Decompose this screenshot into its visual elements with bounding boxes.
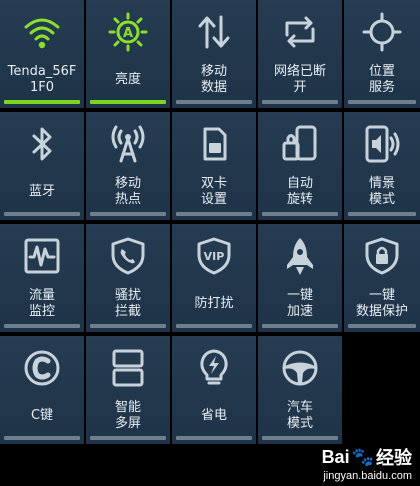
- tile-label: C键: [30, 408, 54, 423]
- status-bar: [176, 100, 252, 104]
- split-screen-icon: [86, 346, 170, 390]
- status-bar: [4, 436, 80, 440]
- phone-sound-icon: [344, 122, 420, 166]
- tile-hotspot[interactable]: 移动 热点: [86, 112, 170, 220]
- bluetooth-icon: [0, 122, 84, 166]
- tile-auto-rotate[interactable]: 自动 旋转: [258, 112, 342, 220]
- tile-harassment-block[interactable]: 骚扰 拦截: [86, 224, 170, 332]
- hotspot-antenna-icon: [86, 122, 170, 166]
- bulb-bolt-icon: [172, 346, 256, 390]
- status-bar: [262, 100, 338, 104]
- svg-text:VIP: VIP: [204, 250, 225, 263]
- tile-mobile-data[interactable]: 移动 数据: [172, 0, 256, 108]
- baidu-jingyan-watermark: Bai 🐾 经验 jingyan.baidu.com: [321, 446, 412, 483]
- status-bar: [90, 436, 166, 440]
- tile-bluetooth[interactable]: 蓝牙: [0, 112, 84, 220]
- status-bar: [4, 212, 80, 216]
- tile-network-disconnect[interactable]: 网络已断开: [258, 0, 342, 108]
- rotate-lock-icon: [258, 122, 342, 166]
- brightness-auto-icon: A: [86, 10, 170, 54]
- status-bar: [262, 324, 338, 328]
- traffic-graph-icon: [0, 234, 84, 278]
- tile-label: 一键 加速: [286, 288, 313, 319]
- tile-label: 蓝牙: [28, 184, 55, 199]
- status-bar: [90, 100, 166, 104]
- tile-label: 防打扰: [194, 296, 234, 311]
- tile-car-mode[interactable]: 汽车 模式: [258, 336, 342, 444]
- status-bar: [262, 436, 338, 440]
- tile-traffic-monitor[interactable]: 流量 监控: [0, 224, 84, 332]
- status-bar: [348, 100, 416, 104]
- tile-label: 自动 旋转: [286, 176, 313, 207]
- tile-power-save[interactable]: 省电: [172, 336, 256, 444]
- tile-label: 流量 监控: [28, 288, 55, 319]
- tile-smart-multiscreen[interactable]: 智能 多屏: [86, 336, 170, 444]
- tile-label: 亮度: [114, 72, 141, 87]
- tile-location[interactable]: 位置 服务: [344, 0, 420, 108]
- paw-logo-icon: 🐾: [351, 446, 374, 467]
- tile-scene-mode[interactable]: 情景 模式: [344, 112, 420, 220]
- tile-label: 一键 数据保护: [355, 288, 408, 319]
- status-bar: [4, 100, 80, 104]
- tile-c-key[interactable]: C键: [0, 336, 84, 444]
- tile-data-protect[interactable]: 一键 数据保护: [344, 224, 420, 332]
- tile-label: 汽车 模式: [286, 400, 313, 431]
- tile-label: 智能 多屏: [114, 400, 141, 431]
- wifi-icon: [0, 10, 84, 54]
- tile-one-key-boost[interactable]: 一键 加速: [258, 224, 342, 332]
- sync-arrows-icon: [258, 10, 342, 54]
- tile-wifi[interactable]: Tenda_56F 1F0: [0, 0, 84, 108]
- tile-label: 情景 模式: [368, 176, 395, 207]
- quick-settings-panel: Tenda_56F 1F0 A 亮度 移动 数据 网络已断 开 位置 服务 蓝牙…: [0, 0, 420, 486]
- shield-phone-icon: [86, 234, 170, 278]
- tile-label: Tenda_56F 1F0: [7, 64, 77, 95]
- status-bar: [4, 324, 80, 328]
- c-key-icon: [0, 346, 84, 390]
- status-bar: [262, 212, 338, 216]
- tile-label: 骚扰 拦截: [114, 288, 141, 319]
- tile-label: 移动 热点: [114, 176, 141, 207]
- status-bar: [90, 324, 166, 328]
- status-bar: [90, 212, 166, 216]
- rocket-icon: [258, 234, 342, 278]
- tile-label: 网络已断开: [273, 64, 326, 95]
- tile-label: 移动 数据: [200, 64, 227, 95]
- tile-dual-sim[interactable]: 双卡 设置: [172, 112, 256, 220]
- vip-shield-icon: VIP: [172, 234, 256, 278]
- tile-label: 省电: [200, 408, 227, 423]
- status-bar: [348, 212, 416, 216]
- location-crosshair-icon: [344, 10, 420, 54]
- tile-anti-harass[interactable]: VIP 防打扰: [172, 224, 256, 332]
- status-bar: [348, 324, 416, 328]
- tile-label: 双卡 设置: [200, 176, 227, 207]
- steering-wheel-icon: [258, 346, 342, 390]
- svg-text:A: A: [123, 26, 133, 41]
- tile-label: 位置 服务: [368, 64, 395, 95]
- status-bar: [176, 212, 252, 216]
- up-down-arrows-icon: [172, 10, 256, 54]
- shield-lock-icon: [344, 234, 420, 278]
- status-bar: [176, 324, 252, 328]
- tile-brightness[interactable]: A 亮度: [86, 0, 170, 108]
- status-bar: [176, 436, 252, 440]
- sim-card-icon: [172, 122, 256, 166]
